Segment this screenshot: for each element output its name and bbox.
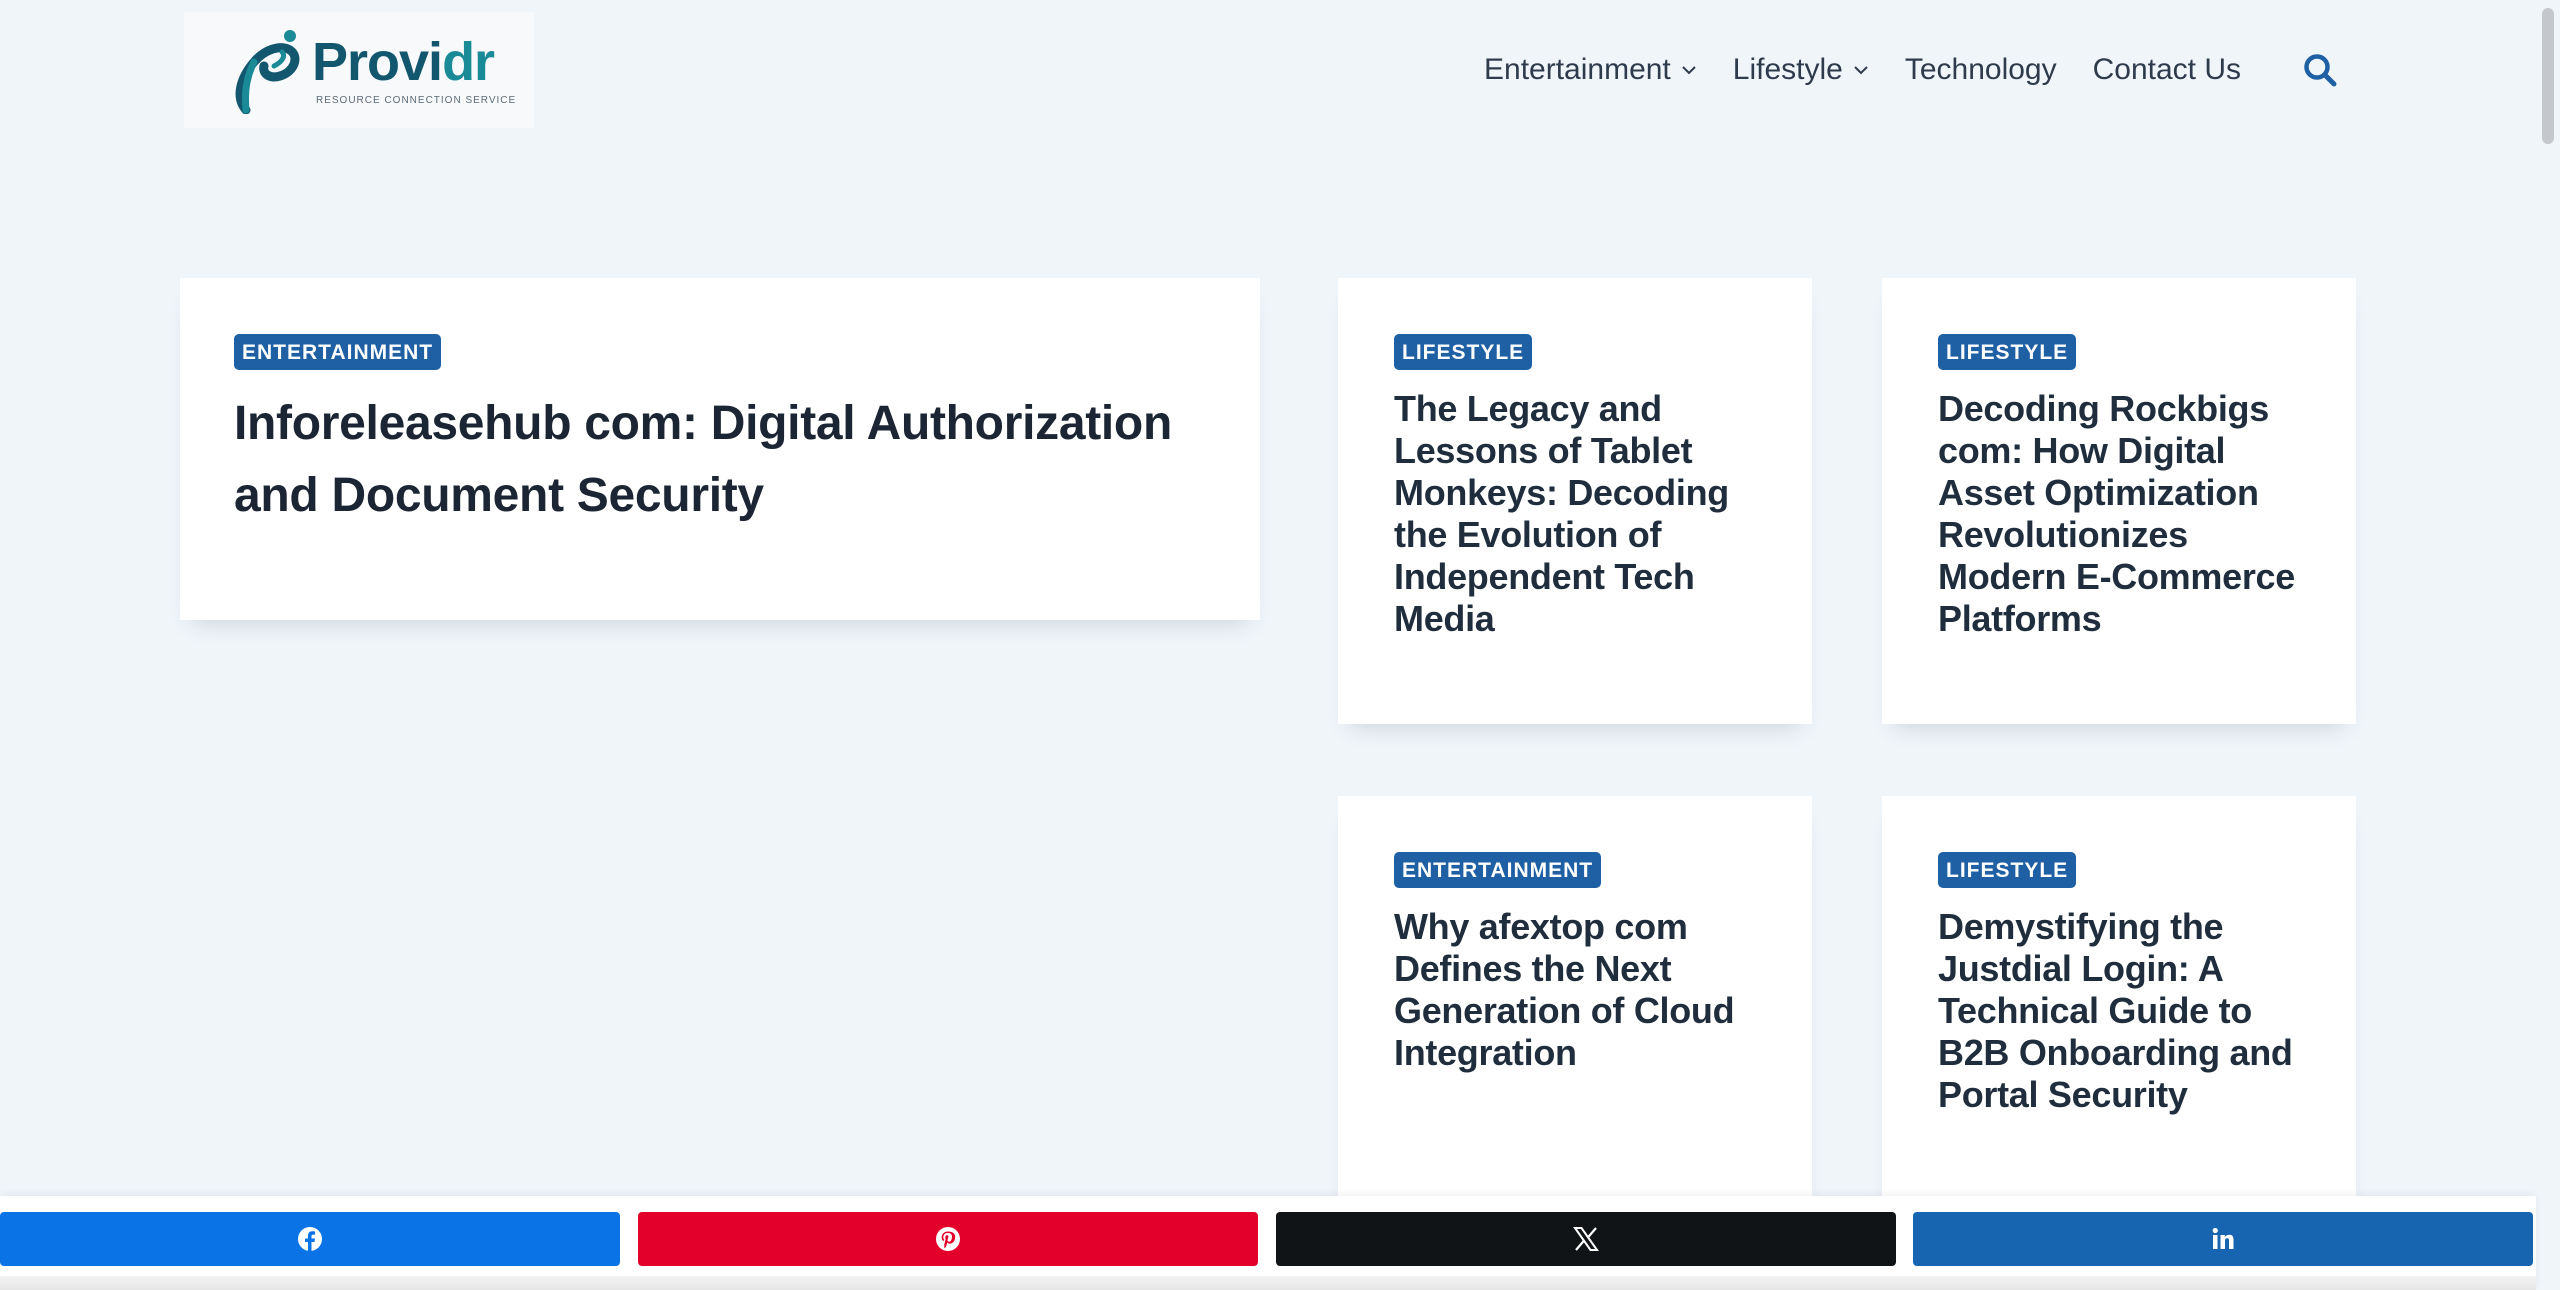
share-linkedin-button[interactable] — [1913, 1212, 2533, 1266]
logo-mark-icon — [235, 30, 300, 114]
scrollbar-thumb[interactable] — [2542, 8, 2554, 144]
logo-text: Providr RESOURCE CONNECTION SERVICE — [312, 35, 516, 106]
nav-item-contact-us[interactable]: Contact Us — [2093, 53, 2241, 87]
logo-tagline: RESOURCE CONNECTION SERVICE — [316, 94, 517, 106]
nav-item-label: Contact Us — [2092, 53, 2242, 86]
nav-item-label: Entertainment — [1484, 53, 1671, 86]
linkedin-icon — [2212, 1227, 2234, 1249]
share-bar-edge — [0, 1276, 2536, 1290]
social-share-bar — [0, 1196, 2536, 1290]
category-badge[interactable]: LIFESTYLE — [1394, 334, 1533, 370]
post-title[interactable]: Why afextop com Defines the Next Generat… — [1394, 906, 1756, 1074]
post-title[interactable]: Inforeleasehub com: Digital Authorizatio… — [234, 388, 1206, 532]
chevron-down-icon — [1682, 66, 1696, 75]
share-facebook-button[interactable] — [0, 1212, 620, 1266]
category-badge[interactable]: LIFESTYLE — [1938, 334, 2077, 370]
page-scrollbar[interactable] — [2536, 0, 2560, 1290]
post-card[interactable]: LIFESTYLE Decoding Rockbigs com: How Dig… — [1882, 278, 2356, 724]
share-pinterest-button[interactable] — [638, 1212, 1258, 1266]
category-badge[interactable]: LIFESTYLE — [1938, 852, 2077, 888]
post-card[interactable]: LIFESTYLE Demystifying the Justdial Logi… — [1882, 796, 2356, 1216]
nav-item-technology[interactable]: Technology — [1905, 53, 2057, 87]
post-card[interactable]: LIFESTYLE The Legacy and Lessons of Tabl… — [1338, 278, 1812, 724]
chevron-down-icon — [1854, 66, 1868, 75]
post-title[interactable]: Demystifying the Justdial Login: A Techn… — [1938, 906, 2300, 1116]
logo-wordmark: Providr — [312, 31, 495, 92]
pinterest-icon — [936, 1227, 960, 1251]
site-logo[interactable]: Providr RESOURCE CONNECTION SERVICE — [184, 12, 534, 128]
facebook-icon — [298, 1227, 322, 1251]
nav-item-lifestyle[interactable]: Lifestyle — [1733, 53, 1869, 87]
search-icon[interactable] — [2302, 52, 2338, 88]
share-x-button[interactable] — [1276, 1212, 1896, 1266]
post-card[interactable]: ENTERTAINMENT Why afextop com Defines th… — [1338, 796, 1812, 1216]
post-title[interactable]: The Legacy and Lessons of Tablet Monkeys… — [1394, 388, 1756, 640]
x-icon — [1573, 1227, 1599, 1251]
nav-item-entertainment[interactable]: Entertainment — [1484, 53, 1697, 87]
category-badge[interactable]: ENTERTAINMENT — [234, 334, 442, 370]
category-badge[interactable]: ENTERTAINMENT — [1394, 852, 1602, 888]
featured-post-card[interactable]: ENTERTAINMENT Inforeleasehub com: Digita… — [180, 278, 1260, 620]
main-nav: Entertainment Lifestyle Technology Conta… — [1484, 40, 2277, 100]
nav-item-label: Lifestyle — [1732, 53, 1843, 86]
page: Providr RESOURCE CONNECTION SERVICE Ente… — [0, 0, 2560, 1290]
post-title[interactable]: Decoding Rockbigs com: How Digital Asset… — [1938, 388, 2300, 640]
nav-item-label: Technology — [1904, 53, 2057, 86]
